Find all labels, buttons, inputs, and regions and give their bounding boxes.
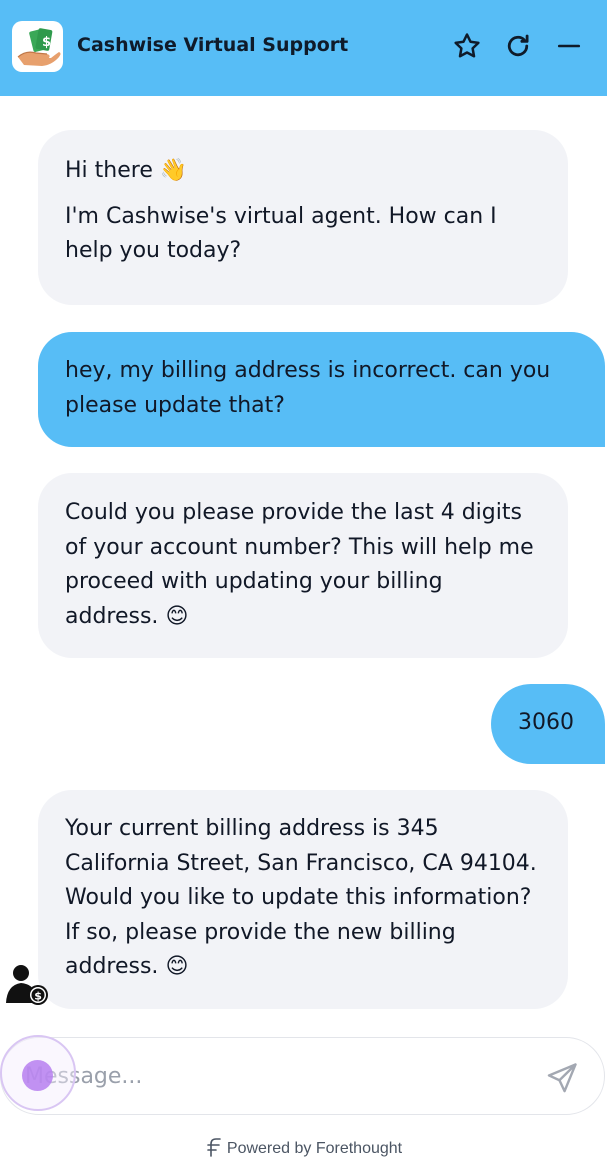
message-text: I'm Cashwise's virtual agent. How can I … — [65, 203, 497, 264]
message-text: Could you please provide the last 4 digi… — [65, 500, 534, 629]
money-hand-icon: $ — [12, 21, 63, 72]
bot-message: Could you please provide the last 4 digi… — [38, 473, 568, 658]
chat-title: Cashwise Virtual Support — [77, 34, 349, 56]
star-icon[interactable] — [451, 30, 483, 62]
bot-message: Hi there 👋 I'm Cashwise's virtual agent.… — [38, 130, 568, 305]
message-text: Hi there — [65, 158, 153, 183]
minimize-icon[interactable] — [553, 30, 585, 62]
svg-text:$: $ — [34, 990, 42, 1003]
refresh-icon[interactable] — [502, 30, 534, 62]
smiling-face-icon: 😊 — [165, 954, 189, 979]
message-text: 3060 — [518, 710, 574, 735]
chat-transcript[interactable]: Hi there 👋 I'm Cashwise's virtual agent.… — [0, 96, 607, 1034]
waving-hand-icon: 👋 — [159, 158, 188, 183]
forethought-logo-icon — [205, 1136, 223, 1163]
powered-by-text[interactable]: Powered by Forethought — [227, 1140, 402, 1158]
user-message: hey, my billing address is incorrect. ca… — [38, 332, 605, 447]
bot-message: Your current billing address is 345 Cali… — [38, 790, 568, 1009]
chat-header: $ Cashwise Virtual Support — [0, 0, 607, 96]
message-composer — [0, 1037, 605, 1115]
message-input[interactable] — [25, 1056, 525, 1096]
message-text: hey, my billing address is incorrect. ca… — [65, 358, 551, 418]
message-text: Your current billing address is 345 Cali… — [65, 816, 537, 979]
powered-by-footer: Powered by Forethought — [0, 1136, 607, 1162]
send-icon[interactable] — [543, 1060, 581, 1096]
svg-text:$: $ — [42, 35, 51, 50]
agent-avatar: $ — [2, 961, 50, 1009]
voice-input-button[interactable] — [22, 1060, 53, 1091]
smiling-face-icon: 😊 — [165, 603, 189, 629]
user-message: 3060 — [491, 684, 605, 764]
